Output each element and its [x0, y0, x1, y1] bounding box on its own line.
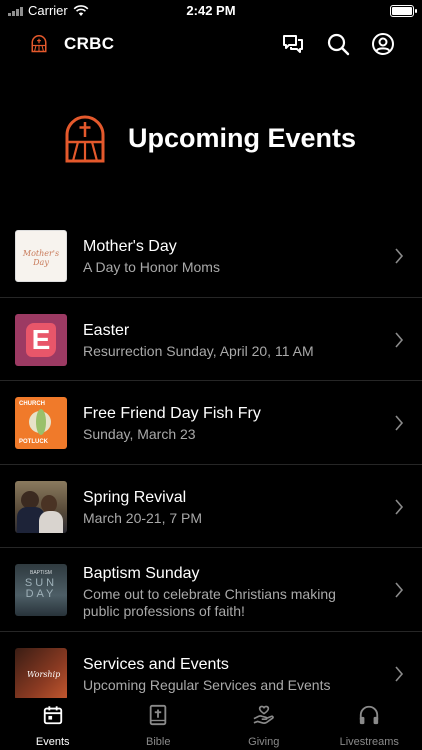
status-time: 2:42 PM	[186, 3, 236, 18]
tab-giving[interactable]: Giving	[211, 698, 317, 750]
chevron-right-icon	[395, 248, 404, 264]
event-subtitle: Sunday, March 23	[83, 426, 196, 442]
event-title: Services and Events	[83, 655, 229, 673]
chevron-right-icon	[395, 331, 404, 348]
profile-icon[interactable]	[371, 32, 395, 56]
battery-icon	[390, 5, 417, 17]
event-thumbnail: CHURCH POTLUCK	[15, 397, 67, 449]
event-thumbnail: Mother's Day	[15, 230, 67, 282]
nav-bar: CRBC	[0, 24, 422, 64]
tab-livestreams[interactable]: Livestreams	[317, 698, 422, 750]
event-subtitle: Come out to celebrate Christians making …	[83, 586, 336, 619]
status-bar: Carrier 2:42 PM	[0, 0, 422, 22]
calendar-icon	[43, 706, 62, 725]
list-item-baptism-sunday[interactable]: BAPTISM SUN DAY Baptism Sunday Come out …	[0, 548, 422, 632]
chevron-right-icon	[395, 415, 404, 431]
giving-hand-icon	[253, 705, 274, 724]
event-title: Free Friend Day Fish Fry	[83, 405, 261, 422]
events-list: Mother's Day Mother's Day A Day to Honor…	[0, 214, 422, 715]
chevron-right-icon	[395, 498, 404, 515]
tab-events[interactable]: Events	[0, 698, 106, 750]
tab-label: Events	[35, 736, 70, 748]
event-title: Easter	[83, 321, 130, 339]
event-thumbnail: E	[15, 313, 67, 366]
event-thumbnail: BAPTISM SUN DAY	[15, 564, 67, 616]
event-subtitle: March 20-21, 7 PM	[83, 509, 203, 526]
tab-bible[interactable]: Bible	[106, 698, 212, 750]
brand-name[interactable]: CRBC	[64, 34, 114, 54]
thumbnail-text-top: CHURCH	[19, 401, 45, 407]
church-window-logo-icon	[65, 115, 105, 163]
thumbnail-text: Mother's Day	[22, 249, 60, 267]
thumbnail-text: Worship	[27, 669, 61, 679]
tab-label: Bible	[146, 736, 171, 748]
thumbnail-letter: E	[31, 323, 51, 355]
chevron-right-icon	[395, 582, 404, 598]
event-subtitle: Upcoming Regular Services and Events	[83, 676, 331, 693]
event-subtitle: A Day to Honor Moms	[83, 259, 220, 275]
tab-label: Giving	[248, 736, 280, 748]
event-title: Spring Revival	[83, 488, 187, 506]
page-title: Upcoming Events	[128, 123, 357, 153]
list-item-easter[interactable]: E Easter Resurrection Sunday, April 20, …	[0, 298, 422, 381]
thumbnail-text: SUN DAY	[24, 577, 58, 600]
event-title: Baptism Sunday	[83, 565, 200, 582]
list-item-spring-revival[interactable]: Spring Revival March 20-21, 7 PM	[0, 465, 422, 548]
event-subtitle: Resurrection Sunday, April 20, 11 AM	[83, 342, 314, 359]
thumbnail-text-bottom: POTLUCK	[19, 439, 48, 445]
hero: Upcoming Events	[0, 115, 422, 165]
list-item-mothers-day[interactable]: Mother's Day Mother's Day A Day to Honor…	[0, 214, 422, 298]
bible-icon	[150, 704, 167, 726]
chevron-right-icon	[395, 665, 404, 682]
tab-bar: Events Bible Giving Livestreams	[0, 698, 422, 750]
church-logo-icon[interactable]	[30, 35, 48, 53]
search-icon[interactable]	[326, 32, 350, 56]
event-thumbnail	[15, 480, 67, 533]
event-thumbnail: Worship	[15, 647, 67, 700]
chat-icon[interactable]	[281, 32, 305, 56]
thumbnail-text-top: BAPTISM	[30, 570, 52, 576]
headphones-icon	[360, 705, 379, 725]
event-title: Mother's Day	[83, 238, 177, 255]
list-item-fish-fry[interactable]: CHURCH POTLUCK Free Friend Day Fish Fry …	[0, 381, 422, 465]
tab-label: Livestreams	[339, 736, 399, 748]
